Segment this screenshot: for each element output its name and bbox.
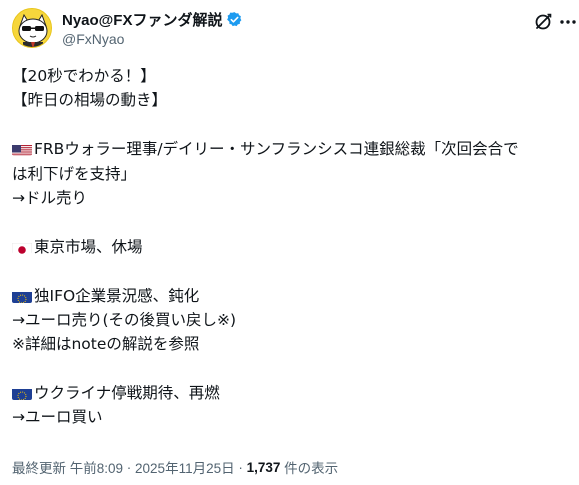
tweet-line: →ドル売り xyxy=(12,186,572,210)
display-name[interactable]: Nyao@FXファンダ解説 xyxy=(62,9,222,30)
tweet-line: →ユーロ買い xyxy=(12,405,572,429)
views-label: 件の表示 xyxy=(280,461,339,476)
tweet-metadata: 最終更新 午前8:09 · 2025年11月25日 · 1,737 件の表示 xyxy=(12,457,338,477)
handle[interactable]: @FxNyao xyxy=(62,31,124,47)
line-text: 【昨日の相場の動き】 xyxy=(12,91,168,110)
line-text: ウクライナ停戦期待、再燃 xyxy=(34,384,220,403)
updated-time[interactable]: 最終更新 午前8:09 xyxy=(12,457,123,477)
tweet-line: →ユーロ売り(その後買い戻し※) xyxy=(12,308,572,332)
jp-flag-icon xyxy=(12,240,32,254)
tweet-line: 東京市場、休場 xyxy=(12,235,572,259)
eu-flag-icon xyxy=(12,386,32,401)
tweet-line: FRBウォラー理事/デイリー・サンフランシスコ連銀総裁「次回会合で xyxy=(12,137,572,161)
tweet-line: ※詳細はnoteの解説を参照 xyxy=(12,332,572,356)
line-text: FRBウォラー理事/デイリー・サンフランシスコ連銀総裁「次回会合で xyxy=(34,140,519,159)
line-text: →ユーロ売り(その後買い戻し※) xyxy=(12,310,237,329)
verified-badge-icon xyxy=(226,11,243,28)
grok-icon[interactable] xyxy=(533,12,553,32)
tweet-body: 【20秒でわかる！】 【昨日の相場の動き】 FRBウォラー理事/デイリー・サンフ… xyxy=(12,64,572,430)
views-count[interactable]: 1,737 xyxy=(247,460,281,475)
separator: · xyxy=(123,459,136,475)
post-date[interactable]: 2025年11月25日 xyxy=(135,457,235,477)
line-text: は利下げを支持」 xyxy=(12,164,137,183)
us-flag-icon xyxy=(12,142,32,157)
tweet-line: 【20秒でわかる！】 xyxy=(12,64,572,88)
tweet-line: ウクライナ停戦期待、再燃 xyxy=(12,381,572,405)
cat-avatar-icon xyxy=(13,9,51,47)
tweet-line: 【昨日の相場の動き】 xyxy=(12,88,572,112)
tweet-line: 独IFO企業景況感、鈍化 xyxy=(12,284,572,308)
line-text: →ユーロ買い xyxy=(12,408,103,427)
name-row: Nyao@FXファンダ解説 xyxy=(62,9,243,30)
tweet-header: Nyao@FXファンダ解説 @FxNyao xyxy=(0,0,579,60)
line-text: 【20秒でわかる！】 xyxy=(12,67,156,85)
separator: · xyxy=(234,459,247,475)
tweet-line: は利下げを支持」 xyxy=(12,162,572,186)
line-text: →ドル売り xyxy=(12,188,87,207)
more-options-icon[interactable] xyxy=(559,12,577,32)
avatar[interactable] xyxy=(12,8,52,48)
line-text: 独IFO企業景況感、鈍化 xyxy=(34,286,200,305)
eu-flag-icon xyxy=(12,289,32,303)
line-text: 東京市場、休場 xyxy=(34,237,143,256)
line-text: ※詳細はnoteの解説を参照 xyxy=(12,335,200,354)
